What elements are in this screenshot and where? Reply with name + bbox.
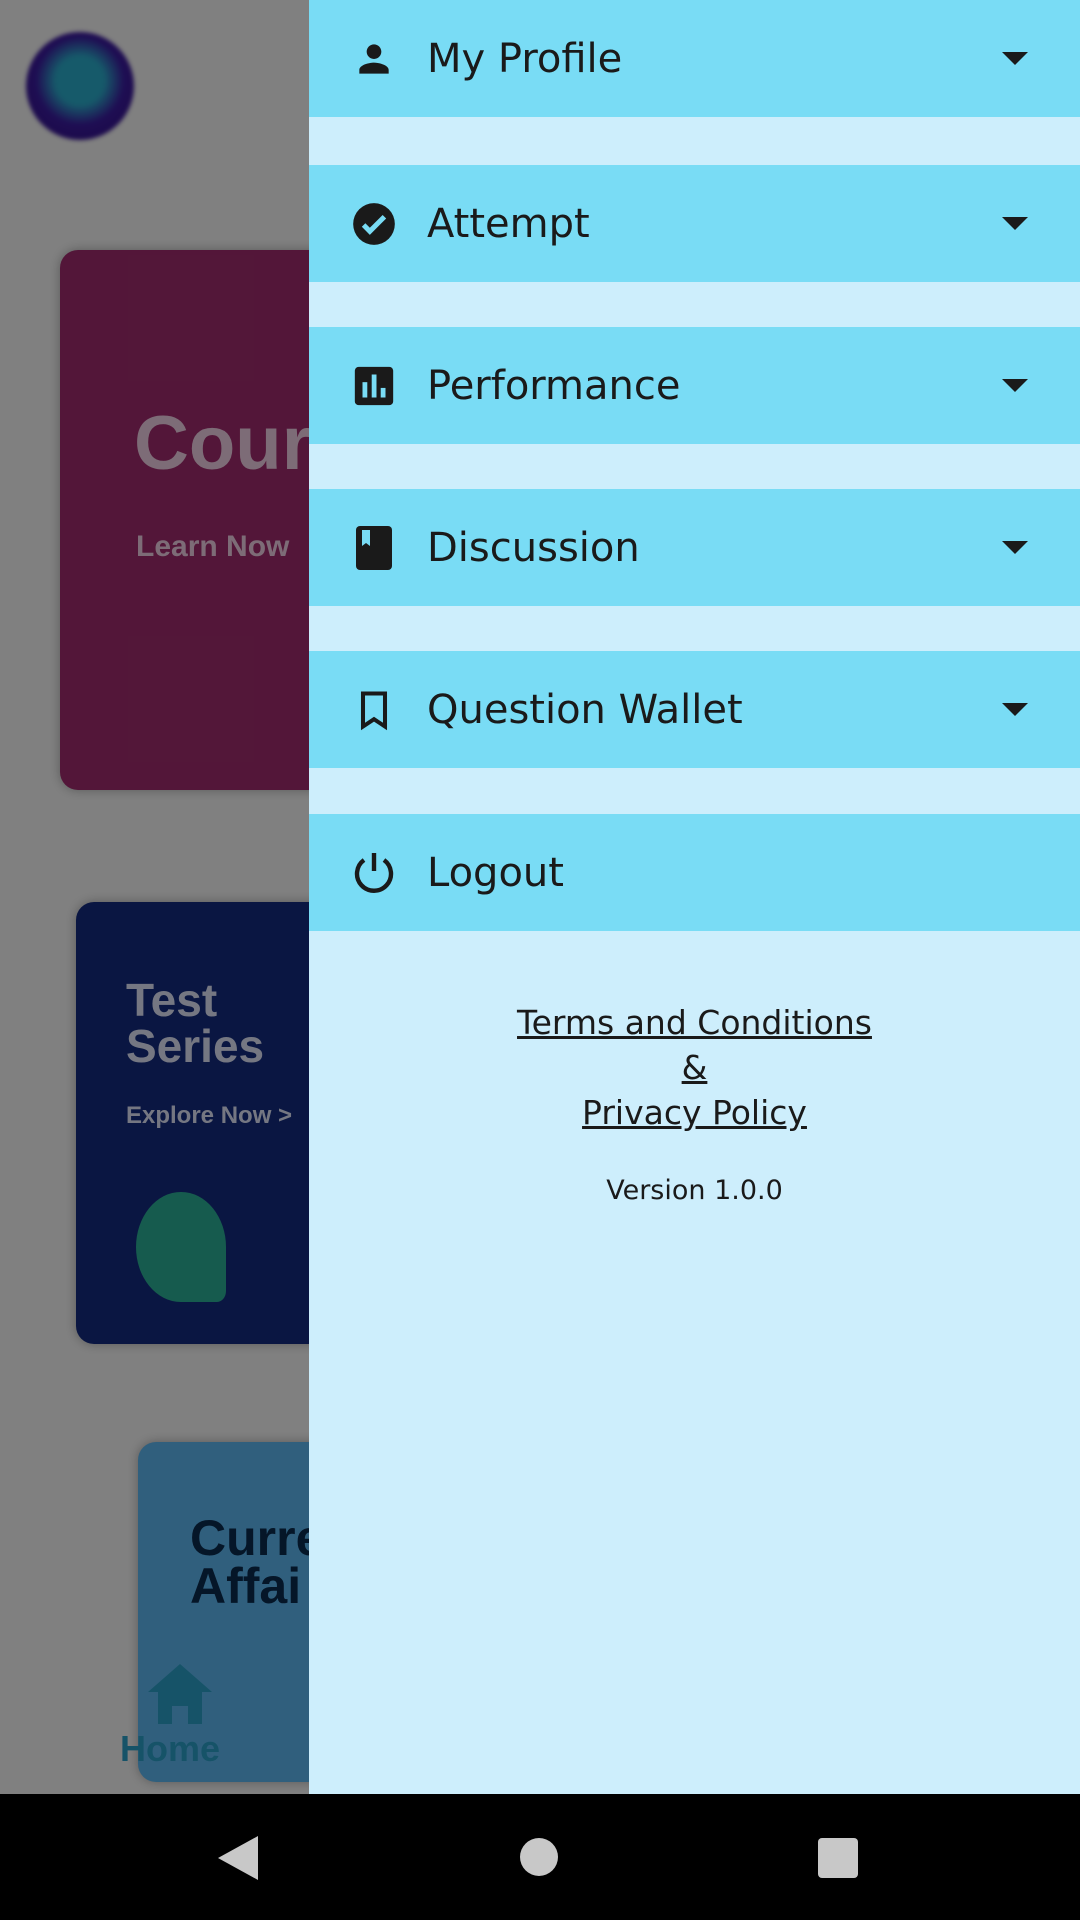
- drawer-item-label: Question Wallet: [427, 686, 743, 733]
- home-button-icon[interactable]: [520, 1838, 558, 1876]
- navigation-drawer: My Profile Attempt Performance Discussio…: [309, 0, 1080, 1794]
- dropdown-arrow-icon[interactable]: [1002, 703, 1028, 716]
- dropdown-arrow-icon[interactable]: [1002, 217, 1028, 230]
- dropdown-arrow-icon[interactable]: [1002, 541, 1028, 554]
- dropdown-arrow-icon[interactable]: [1002, 379, 1028, 392]
- drawer-item-label: My Profile: [427, 35, 623, 82]
- drawer-item-performance[interactable]: Performance: [309, 327, 1080, 444]
- recents-icon[interactable]: [818, 1838, 858, 1878]
- drawer-item-question-wallet[interactable]: Question Wallet: [309, 651, 1080, 768]
- drawer-item-label: Performance: [427, 362, 681, 409]
- person-icon: [349, 34, 399, 84]
- drawer-item-discussion[interactable]: Discussion: [309, 489, 1080, 606]
- power-icon: [349, 848, 399, 898]
- drawer-item-label: Discussion: [427, 524, 640, 571]
- drawer-item-attempt[interactable]: Attempt: [309, 165, 1080, 282]
- dropdown-arrow-icon[interactable]: [1002, 52, 1028, 65]
- back-icon[interactable]: [218, 1836, 258, 1880]
- check-circle-icon: [349, 199, 399, 249]
- terms-link[interactable]: Terms and Conditions: [309, 1000, 1080, 1045]
- legal-links: Terms and Conditions & Privacy Policy Ve…: [309, 1000, 1080, 1206]
- version-text: Version 1.0.0: [606, 1175, 783, 1206]
- drawer-item-label: Attempt: [427, 200, 590, 247]
- drawer-item-label: Logout: [427, 849, 564, 896]
- book-icon: [349, 523, 399, 573]
- drawer-item-logout[interactable]: Logout: [309, 814, 1080, 931]
- bar-chart-icon: [349, 361, 399, 411]
- drawer-item-my-profile[interactable]: My Profile: [309, 0, 1080, 117]
- privacy-link[interactable]: Privacy Policy: [309, 1090, 1080, 1135]
- bookmark-icon: [349, 685, 399, 735]
- ampersand: &: [681, 1048, 708, 1087]
